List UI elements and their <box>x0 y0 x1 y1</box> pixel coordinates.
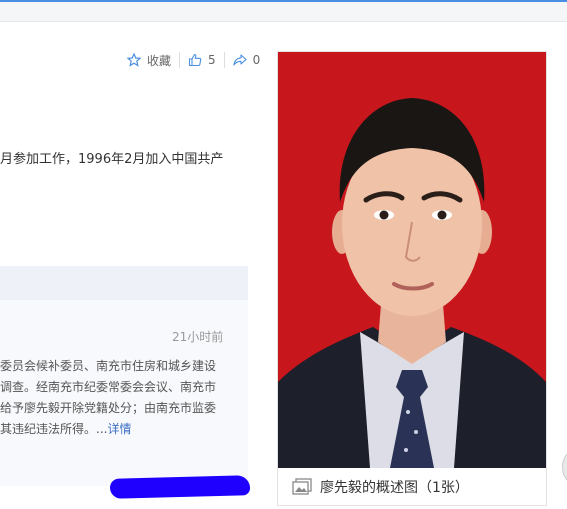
news-line-text: 其违纪违法所得。... <box>0 422 108 436</box>
like-count: 5 <box>208 53 216 67</box>
portrait-image <box>278 52 546 468</box>
divider <box>223 52 225 68</box>
album-caption[interactable]: 廖先毅的概述图（1张） <box>278 468 546 506</box>
collect-label: 收藏 <box>147 53 172 68</box>
album-card[interactable]: 廖先毅的概述图（1张） <box>277 51 547 506</box>
news-line: 给予廖先毅开除党籍处分；由南充市监委 <box>0 401 217 415</box>
intro-text: 月参加工作，1996年2月加入中国共产 <box>0 152 224 167</box>
album-caption-text: 廖先毅的概述图（1张） <box>320 480 469 496</box>
entry-actions: 收藏 5 0 <box>127 51 260 69</box>
share-button[interactable]: 0 <box>233 53 261 67</box>
news-line: 委员会候补委员、南充市住房和城乡建设 <box>0 359 217 373</box>
like-button[interactable]: 5 <box>188 53 216 67</box>
portrait-photo[interactable] <box>278 52 546 468</box>
share-count: 0 <box>252 53 261 67</box>
share-icon <box>233 54 247 66</box>
gallery-icon <box>292 478 312 495</box>
star-icon <box>127 53 141 67</box>
news-time: 21小时前 <box>172 330 224 344</box>
thumbs-up-icon <box>188 53 202 67</box>
news-panel-header <box>0 266 248 300</box>
floating-scroll-button[interactable] <box>562 451 567 483</box>
news-panel: 21小时前 委员会候补委员、南充市住房和城乡建设 调查。经南充市纪委常委会会议、… <box>0 266 248 486</box>
collect-button[interactable]: 收藏 <box>127 52 171 69</box>
news-line: 调查。经南充市纪委常委会会议、南充市 <box>0 380 217 394</box>
news-line-last: 其违纪违法所得。...详情 <box>0 419 222 440</box>
news-summary: 委员会候补委员、南充市住房和城乡建设 调查。经南充市纪委常委会会议、南充市 给予… <box>0 356 222 440</box>
divider <box>179 52 181 68</box>
redaction-mark <box>109 475 251 499</box>
details-link[interactable]: 详情 <box>107 422 131 436</box>
top-bar <box>0 0 567 22</box>
